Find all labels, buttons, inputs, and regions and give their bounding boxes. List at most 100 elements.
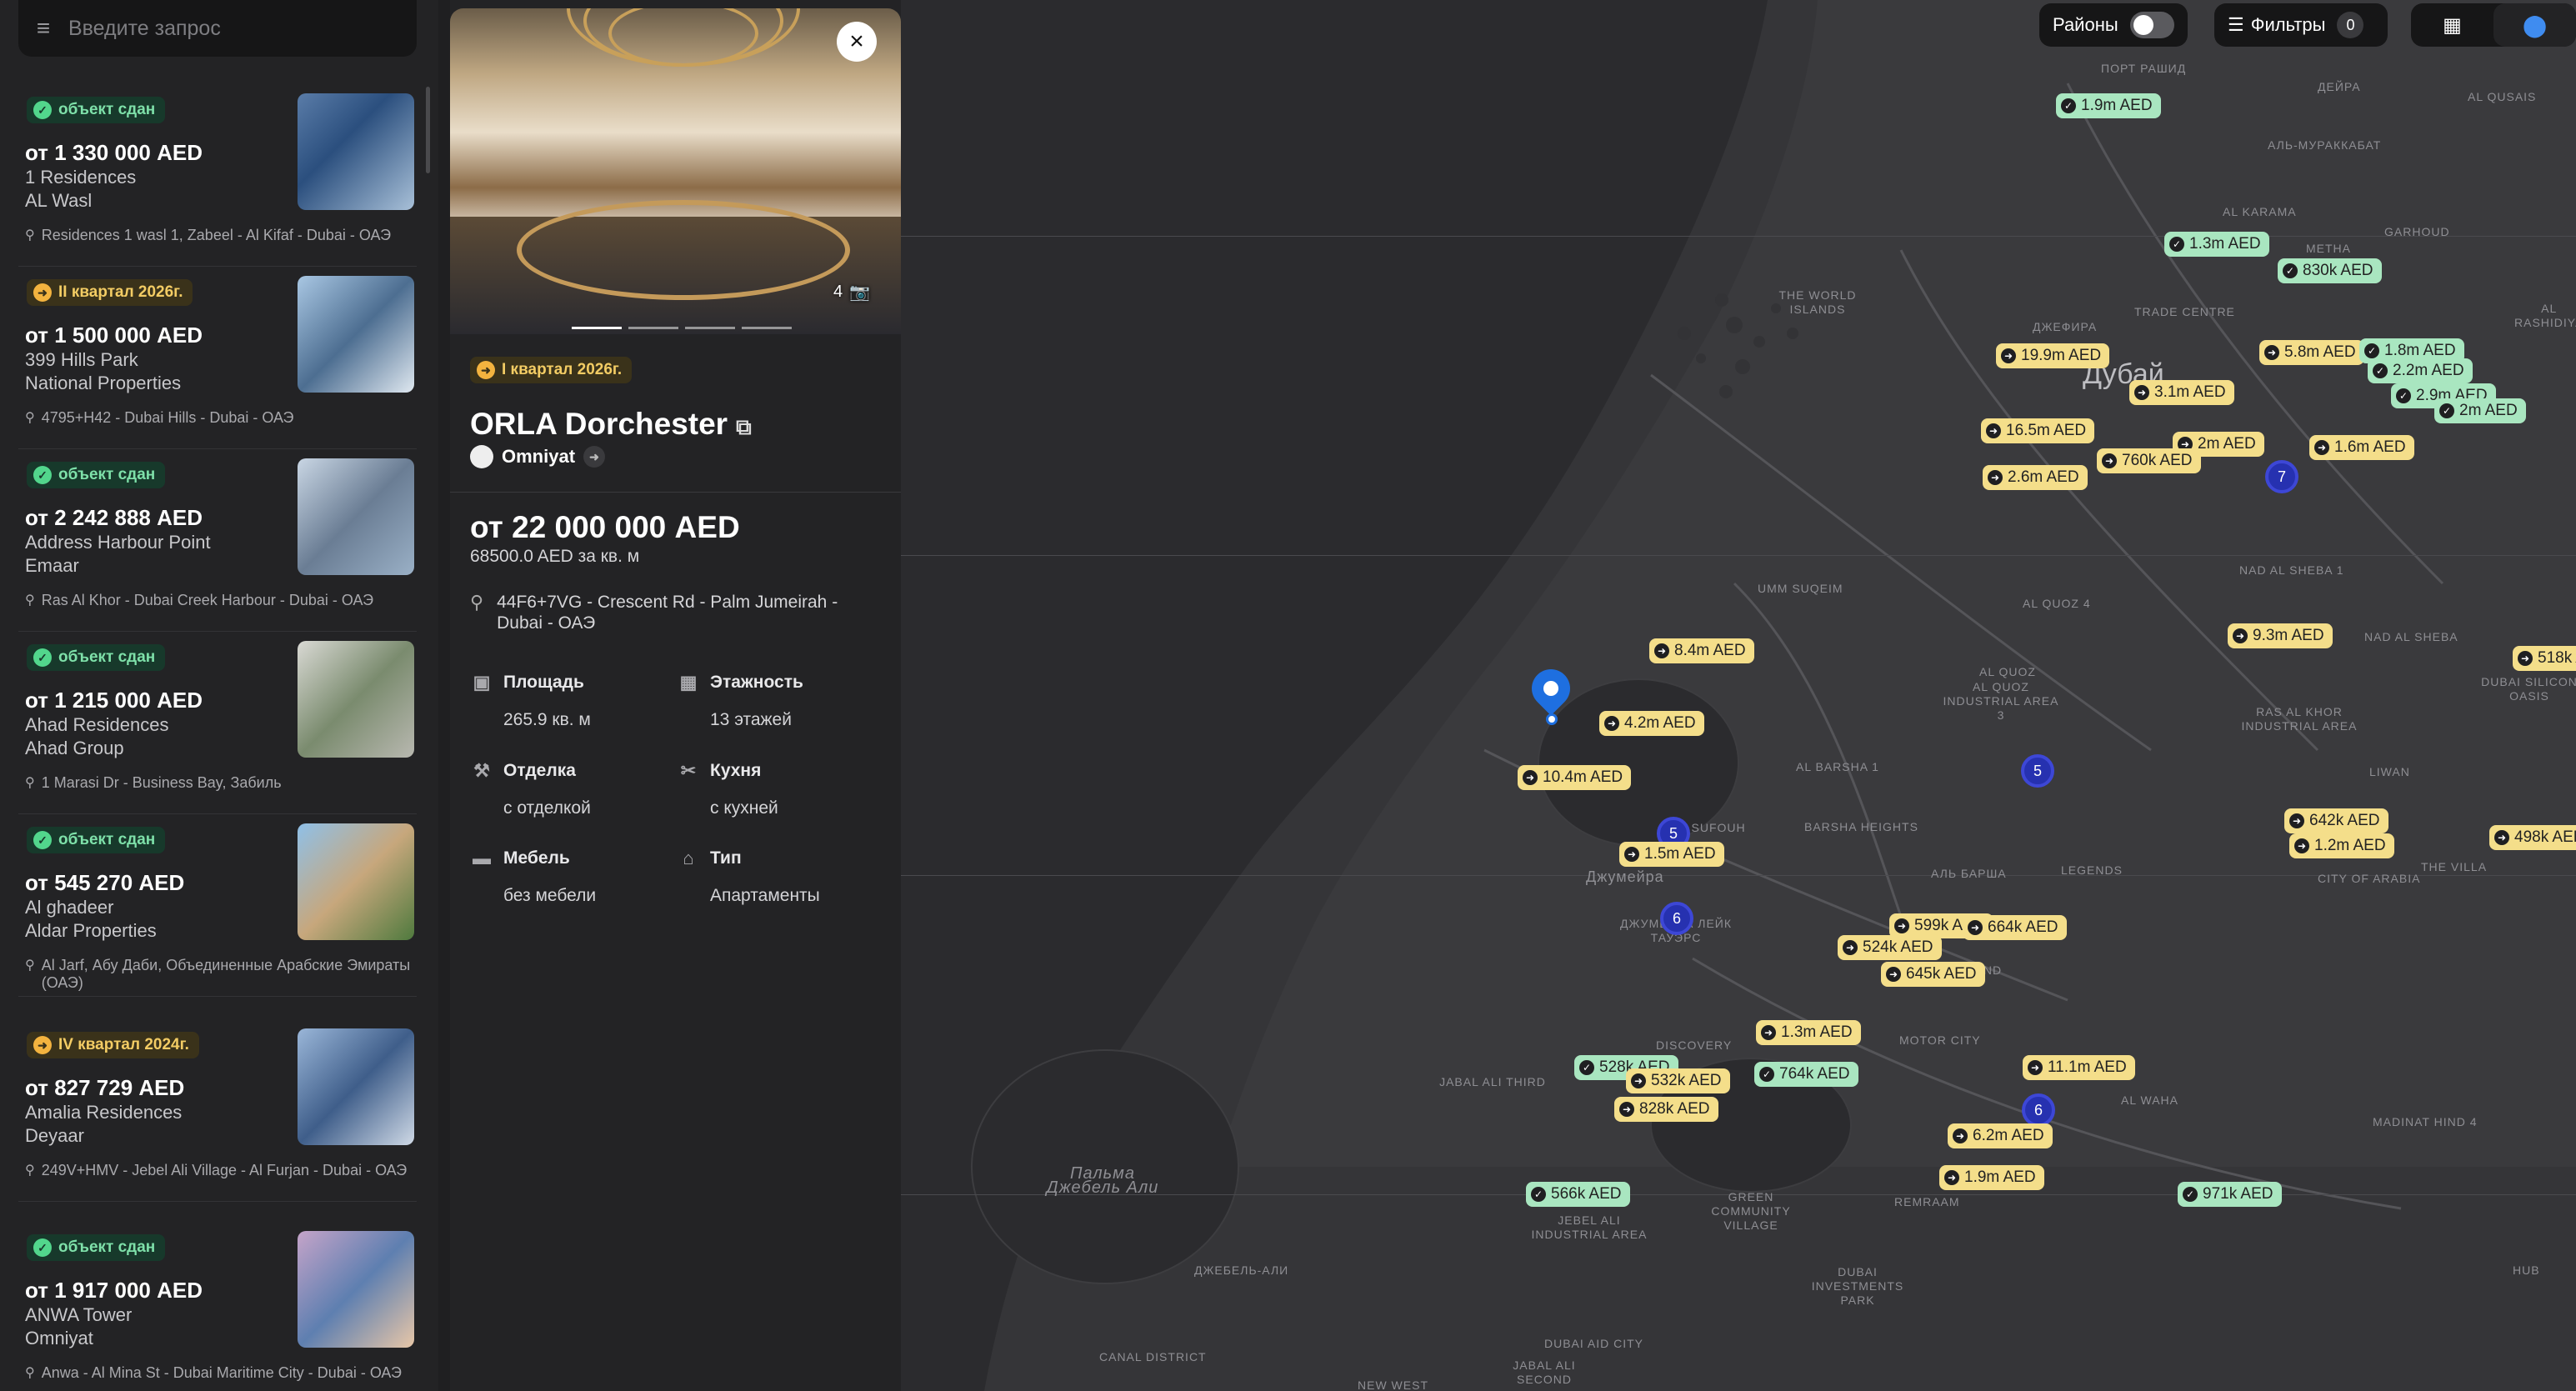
map-view-icon[interactable]: ⬤	[2493, 3, 2576, 47]
listing-name: Al ghadeer	[25, 897, 114, 918]
price-marker[interactable]: ➜ 1.6m AED	[2309, 435, 2414, 460]
location-pin-icon: ⚲	[25, 228, 35, 243]
cluster-marker[interactable]: 5	[2021, 754, 2054, 788]
price-marker[interactable]: ➜ 16.5m AED	[1981, 418, 2095, 443]
listing-card[interactable]: ✓ объект сдан от 545 270 AED Al ghadeer A…	[18, 813, 417, 997]
price-marker[interactable]: ✓ 971k AED	[2178, 1182, 2282, 1207]
place-label: THE WORLD ISLANDS	[1778, 288, 1857, 316]
price-marker[interactable]: ➜ 664k AED	[1963, 915, 2067, 940]
price-marker[interactable]: ➜ 1.3m AED	[1756, 1020, 1861, 1045]
grid-view-icon[interactable]: ▦	[2411, 13, 2493, 38]
price-marker[interactable]: ➜ 3.1m AED	[2129, 380, 2234, 405]
price-marker[interactable]: ➜ 642k AED	[2284, 808, 2388, 833]
status-badge: ✓ объект сдан	[27, 1234, 166, 1261]
listing-card[interactable]: ✓ объект сдан от 1 215 000 AED Ahad Resid…	[18, 631, 417, 814]
listing-card[interactable]: ✓ объект сдан от 1 330 000 AED 1 Residenc…	[18, 83, 417, 267]
place-label: MOTOR CITY	[1899, 1033, 1981, 1047]
price-marker[interactable]: ➜ 1.2m AED	[2289, 833, 2394, 858]
check-icon: ✓	[33, 648, 52, 667]
arrow-right-icon[interactable]: ➜	[583, 446, 606, 468]
place-label: JABAL ALI THIRD	[1439, 1075, 1546, 1088]
arrow-icon: ➜	[1604, 716, 1619, 731]
place-label: TRADE CENTRE	[2134, 305, 2235, 318]
listing-card[interactable]: ✓ объект сдан от 1 917 000 AED ANWA Tower…	[18, 1221, 417, 1391]
detail-panel: 4 📷 × ➜ I квартал 2026г. ORLA Dorchester ⧉ …	[450, 0, 901, 1391]
listing-developer: Deyaar	[25, 1125, 84, 1146]
districts-toggle[interactable]: Районы	[2039, 3, 2188, 47]
listing-thumbnail[interactable]	[298, 1231, 414, 1348]
listing-thumbnail[interactable]	[298, 641, 414, 758]
price-marker[interactable]: ➜ 5.8m AED	[2259, 340, 2364, 365]
listing-address: ⚲ 1 Marasi Dr - Business Bay, Забиль	[25, 774, 282, 791]
map-gridline	[901, 236, 2576, 237]
listing-thumbnail[interactable]	[298, 458, 414, 575]
place-label: Пальма Джебель Али	[1046, 1164, 1159, 1197]
price-marker[interactable]: ➜ 1.9m AED	[1939, 1165, 2044, 1190]
listing-thumbnail[interactable]	[298, 276, 414, 393]
price-marker[interactable]: ➜518k AED	[2513, 646, 2576, 671]
price-marker[interactable]: ➜ 11.1m AED	[2023, 1055, 2135, 1080]
external-link-icon[interactable]: ⧉	[736, 414, 752, 439]
price-marker[interactable]: ➜ 524k AED	[1838, 935, 1942, 960]
view-switcher: ▦ ⬤	[2411, 3, 2576, 47]
close-button[interactable]: ×	[837, 22, 877, 62]
property-photo[interactable]: 4 📷	[450, 8, 901, 334]
filters-button[interactable]: ☰ Фильтры 0	[2214, 3, 2388, 47]
listing-thumbnail[interactable]	[298, 823, 414, 940]
scrollbar[interactable]	[426, 87, 430, 173]
check-icon: ✓	[33, 1238, 52, 1257]
arrow-icon: ➜	[1953, 1128, 1968, 1143]
arrow-icon: ➜	[1988, 470, 2003, 485]
map-view[interactable]: ПОРТ РАШИД ДЕЙРА AL QUSAIS АЛЬ-МУРАККАБАТ AL…	[901, 0, 2576, 1391]
listing-address: ⚲ Al Jarf, Абу Даби, Объединенные Арабски…	[25, 957, 411, 991]
listing-card[interactable]: ✓ объект сдан от 2 242 888 AED Address Ha…	[18, 448, 417, 632]
location-pin-icon: ⚲	[25, 958, 35, 973]
price-marker[interactable]: ➜ 10.4m AED	[1518, 765, 1632, 790]
search-input[interactable]	[68, 16, 385, 41]
price-marker[interactable]: ✓ 1.9m AED	[2056, 93, 2161, 118]
price-marker[interactable]: ✓ 764k AED	[1754, 1062, 1858, 1087]
price-marker[interactable]: ➜ 19.9m AED	[1996, 343, 2110, 368]
price-marker[interactable]: ✓ 566k AED	[1526, 1182, 1630, 1207]
price-marker[interactable]: ➜498k AED	[2489, 825, 2576, 850]
arrow-icon: ➜	[2314, 440, 2329, 455]
listing-address: ⚲ Residences 1 wasl 1, Zabeel - Al Kifaf …	[25, 227, 392, 243]
listing-card[interactable]: ➜ II квартал 2026г. от 1 500 000 AED 399 …	[18, 266, 417, 449]
price-marker[interactable]: ✓ 2.2m AED	[2368, 358, 2473, 383]
price-marker[interactable]: ✓ 830k AED	[2278, 258, 2382, 283]
check-icon: ✓	[2061, 98, 2076, 113]
check-icon: ✓	[2439, 403, 2454, 418]
developer-link[interactable]: Omniyat ➜	[470, 445, 606, 468]
home-icon: ⌂	[683, 848, 694, 868]
listing-price: от 1 917 000 AED	[25, 1278, 203, 1303]
price-marker[interactable]: ➜ 1.5m AED	[1619, 842, 1724, 867]
listing-card[interactable]: ➜ IV квартал 2024г. от 827 729 AED Amalia…	[18, 1018, 417, 1202]
price-marker[interactable]: ➜ 760k AED	[2097, 448, 2201, 473]
listing-thumbnail[interactable]	[298, 93, 414, 210]
place-label: MADINAT HIND 4	[2373, 1115, 2478, 1128]
cluster-marker[interactable]: 6	[1660, 902, 1693, 935]
price-marker[interactable]: ➜ 4.2m AED	[1599, 711, 1704, 736]
price-marker[interactable]: ➜ 6.2m AED	[1948, 1123, 2053, 1148]
price-marker[interactable]: ➜ 2.6m AED	[1983, 465, 2088, 490]
place-label: Джумейра	[1586, 868, 1664, 885]
price-marker[interactable]: ➜ 532k AED	[1626, 1068, 1730, 1093]
price-marker[interactable]: ➜ 8.4m AED	[1649, 638, 1754, 663]
listing-thumbnail[interactable]	[298, 1028, 414, 1145]
location-pin-icon: ⚲	[25, 776, 35, 790]
menu-icon[interactable]: ≡	[18, 15, 68, 42]
price-marker[interactable]: ➜ 828k AED	[1614, 1097, 1718, 1122]
arrow-icon: ➜	[2264, 345, 2279, 360]
toggle-switch[interactable]	[2129, 12, 2174, 38]
price-marker[interactable]: ✓ 1.3m AED	[2164, 232, 2269, 257]
price-marker[interactable]: ➜ 645k AED	[1881, 962, 1985, 987]
price-marker[interactable]: ➜ 9.3m AED	[2228, 623, 2333, 648]
arrow-icon: ➜	[2494, 830, 2509, 845]
property-title[interactable]: ORLA Dorchester ⧉	[470, 407, 752, 442]
price-marker[interactable]: ✓ 2m AED	[2434, 398, 2526, 423]
place-label: JEBEL ALI INDUSTRIAL AREA	[1531, 1213, 1648, 1241]
check-icon: ✓	[2396, 388, 2411, 403]
cluster-marker[interactable]: 6	[2022, 1093, 2055, 1127]
cluster-marker[interactable]: 7	[2265, 460, 2298, 493]
location-pin-icon: ⚲	[470, 592, 484, 613]
